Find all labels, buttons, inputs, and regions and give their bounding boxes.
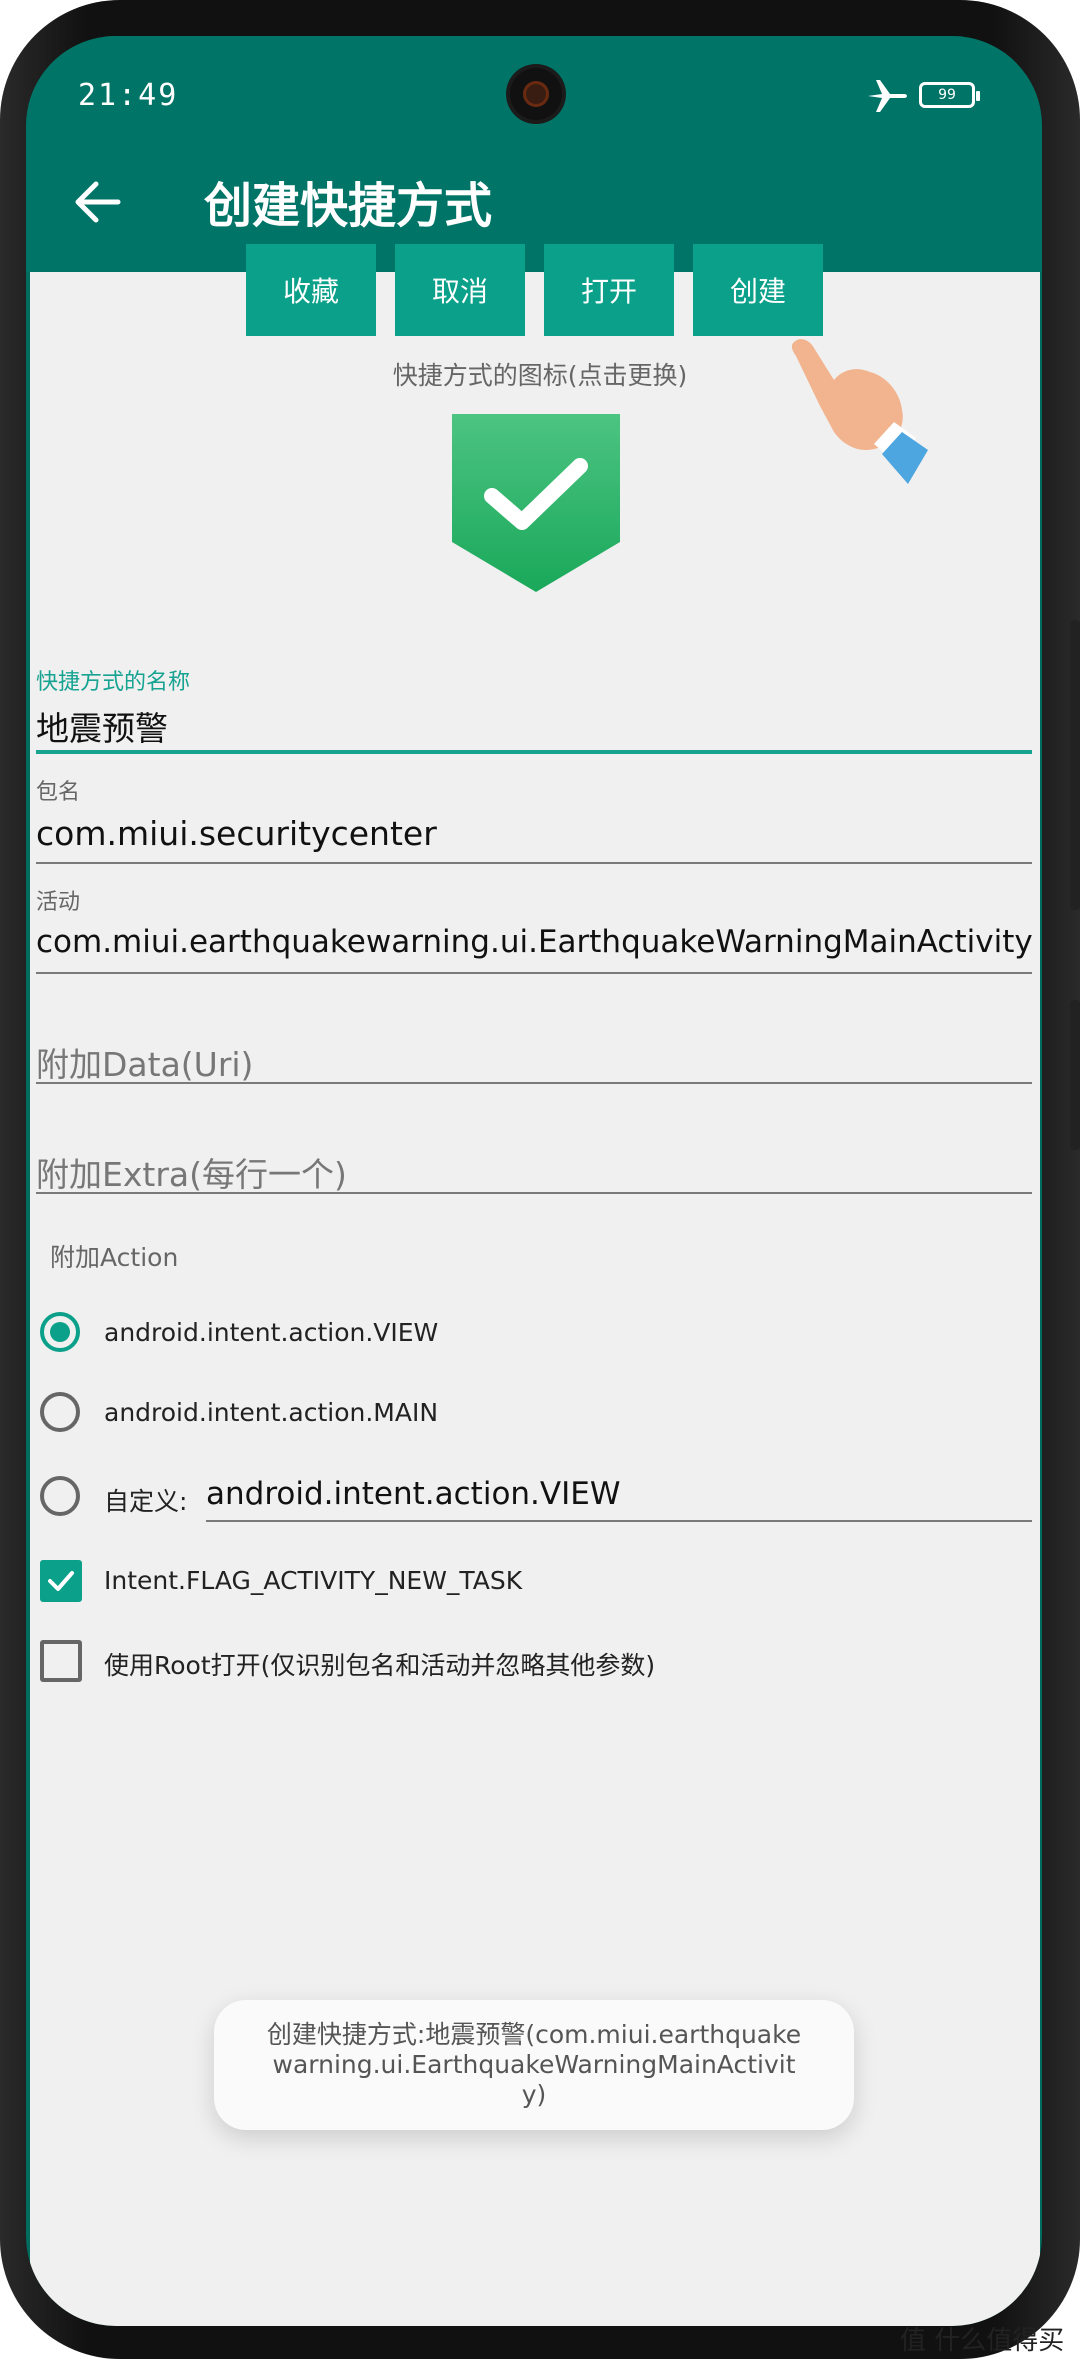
create-button[interactable]: 创建 — [693, 244, 823, 336]
package-underline — [36, 862, 1032, 864]
airplane-mode-icon — [868, 80, 907, 112]
activity-label: 活动 — [36, 890, 81, 915]
watermark: 值 什么值得买 — [900, 2326, 1065, 2356]
shortcut-name-input[interactable]: 地震预警 — [36, 702, 1032, 750]
toast-text: 创建快捷方式:地震预警(com.miui.earthquakewarning.u… — [266, 2020, 802, 2109]
toast: 创建快捷方式:地震预警(com.miui.earthquakewarning.u… — [214, 2000, 854, 2130]
custom-action-input[interactable]: android.intent.action.VIEW — [206, 1476, 1032, 1512]
extra-underline — [36, 1192, 1032, 1194]
extra-input[interactable]: 附加Extra(每行一个) — [36, 1148, 1032, 1196]
page-title: 创建快捷方式 — [204, 178, 493, 234]
checkmark-icon — [48, 1571, 74, 1591]
package-input[interactable]: com.miui.securitycenter — [36, 814, 1032, 853]
name-label: 快捷方式的名称 — [36, 670, 191, 695]
activity-input[interactable]: com.miui.earthquakewarning.ui.Earthquake… — [36, 924, 1033, 960]
data-underline — [36, 1082, 1032, 1084]
front-camera — [510, 68, 562, 120]
status-time: 21:49 — [78, 78, 179, 113]
favorite-button[interactable]: 收藏 — [246, 244, 376, 336]
root-open-label[interactable]: 使用Root打开(仅识别包名和活动并忽略其他参数) — [104, 1646, 655, 1682]
new-task-label[interactable]: Intent.FLAG_ACTIVITY_NEW_TASK — [104, 1566, 522, 1595]
option-main[interactable]: android.intent.action.MAIN — [104, 1398, 438, 1427]
app-bar: 21:49 99 创建快捷方式 — [26, 36, 1042, 272]
radio-main[interactable] — [40, 1392, 80, 1432]
custom-label: 自定义: — [104, 1487, 188, 1516]
data-uri-input[interactable]: 附加Data(Uri) — [36, 1038, 1032, 1086]
action-label: 附加Action — [50, 1243, 179, 1272]
new-task-checkbox[interactable] — [40, 1560, 82, 1602]
battery-icon: 99 — [919, 82, 980, 108]
package-label: 包名 — [36, 780, 81, 805]
volume-button — [1070, 620, 1080, 910]
custom-underline — [206, 1520, 1032, 1522]
open-button[interactable]: 打开 — [544, 244, 674, 336]
radio-custom[interactable] — [40, 1476, 80, 1516]
activity-underline — [36, 972, 1032, 974]
cancel-button[interactable]: 取消 — [395, 244, 525, 336]
back-arrow-icon[interactable] — [70, 174, 126, 230]
option-view[interactable]: android.intent.action.VIEW — [104, 1318, 438, 1347]
pointing-hand-icon — [791, 339, 928, 484]
root-open-checkbox[interactable] — [40, 1640, 82, 1682]
radio-view[interactable] — [40, 1312, 80, 1352]
power-button — [1070, 1000, 1080, 1150]
shortcut-icon[interactable] — [452, 414, 620, 592]
name-underline — [36, 750, 1032, 754]
